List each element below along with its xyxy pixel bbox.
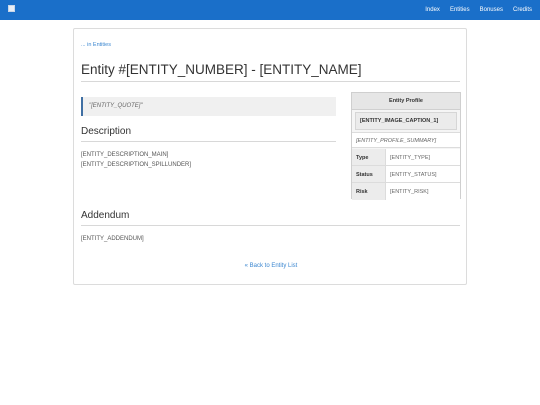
nav-link-credits[interactable]: Credits	[513, 7, 532, 13]
back-to-list-link[interactable]: « Back to Entity List	[74, 263, 468, 269]
page-title: Entity #[ENTITY_NUMBER] - [ENTITY_NAME]	[81, 62, 362, 77]
description-heading: Description	[81, 126, 132, 137]
nav-link-index[interactable]: Index	[425, 7, 440, 13]
nav-link-bonuses[interactable]: Bonuses	[480, 7, 503, 13]
brand-logo-image[interactable]	[8, 5, 15, 12]
profile-image-caption: [ENTITY_IMAGE_CAPTION_1]	[355, 112, 457, 130]
profile-summary: [ENTITY_PROFILE_SUMMARY]	[352, 132, 460, 148]
addendum-divider	[81, 225, 460, 226]
profile-value-risk: [ENTITY_RISK]	[386, 183, 460, 200]
addendum-heading: Addendum	[81, 210, 130, 221]
profile-row-type: Type [ENTITY_TYPE]	[352, 149, 460, 166]
profile-value-status: [ENTITY_STATUS]	[386, 166, 460, 182]
profile-label-risk: Risk	[352, 183, 386, 200]
addendum-text: [ENTITY_ADDENDUM]	[81, 236, 144, 242]
entity-profile-box: Entity Profile [ENTITY_IMAGE_CAPTION_1] …	[351, 92, 461, 200]
entity-card: ... in Entities Entity #[ENTITY_NUMBER] …	[73, 28, 467, 285]
title-divider	[81, 81, 460, 82]
description-main: [ENTITY_DESCRIPTION_MAIN]	[81, 152, 169, 158]
profile-label-status: Status	[352, 166, 386, 182]
nav-links: Index Entities Bonuses Credits	[425, 0, 532, 20]
entity-quote: "[ENTITY_QUOTE]"	[81, 97, 336, 116]
profile-header: Entity Profile	[352, 93, 460, 110]
profile-row-status: Status [ENTITY_STATUS]	[352, 166, 460, 183]
nav-link-entities[interactable]: Entities	[450, 7, 470, 13]
breadcrumb[interactable]: ... in Entities	[81, 42, 111, 48]
profile-row-risk: Risk [ENTITY_RISK]	[352, 183, 460, 200]
description-divider	[81, 141, 336, 142]
description-spillunder: [ENTITY_DESCRIPTION_SPILLUNDER]	[81, 162, 192, 168]
navbar: Index Entities Bonuses Credits	[0, 0, 540, 20]
profile-label-type: Type	[352, 149, 386, 165]
profile-value-type: [ENTITY_TYPE]	[386, 149, 460, 165]
